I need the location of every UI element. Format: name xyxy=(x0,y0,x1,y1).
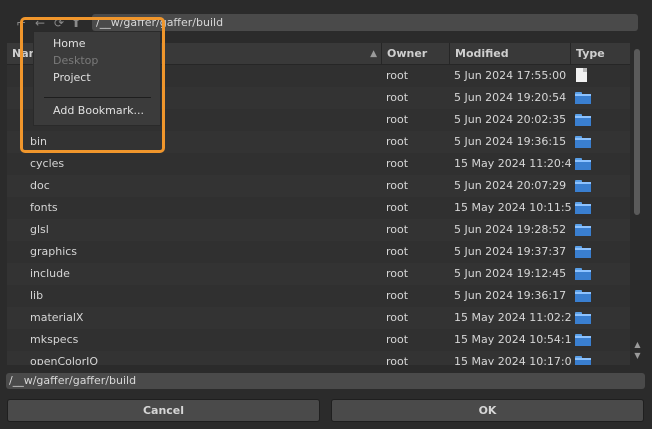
cell-owner: root xyxy=(386,135,409,148)
cell-modified: 5 Jun 2024 17:55:00 xyxy=(454,69,567,82)
folder-icon xyxy=(575,224,591,236)
cell-type xyxy=(575,307,615,329)
cell-modified: 5 Jun 2024 19:36:17 xyxy=(454,289,567,302)
cell-name: materialX xyxy=(30,311,84,324)
folder-icon xyxy=(575,356,591,365)
cell-owner: root xyxy=(386,223,409,236)
table-row[interactable]: openColorIO root 15 May 2024 10:17:00 xyxy=(7,351,630,365)
table-row[interactable]: mkspecs root 15 May 2024 10:54:12 xyxy=(7,329,630,351)
folder-icon xyxy=(575,334,591,346)
cell-type xyxy=(575,131,615,153)
cell-owner: root xyxy=(386,267,409,280)
table-row[interactable]: include root 5 Jun 2024 19:12:45 xyxy=(7,263,630,285)
cell-name: glsl xyxy=(30,223,49,236)
cell-modified: 15 May 2024 10:54:12 xyxy=(454,333,572,346)
cell-type xyxy=(575,65,615,87)
table-row[interactable]: graphics root 5 Jun 2024 19:37:37 xyxy=(7,241,630,263)
cell-type xyxy=(575,241,615,263)
cell-owner: root xyxy=(386,289,409,302)
cell-modified: 5 Jun 2024 20:02:35 xyxy=(454,113,567,126)
folder-icon xyxy=(575,158,591,170)
scroll-up-arrow-icon[interactable]: ▲ xyxy=(631,340,644,350)
table-row[interactable]: materialX root 15 May 2024 11:02:22 xyxy=(7,307,630,329)
cancel-button[interactable]: Cancel xyxy=(7,399,320,422)
cell-modified: 15 May 2024 11:02:22 xyxy=(454,311,572,324)
ok-button[interactable]: OK xyxy=(331,399,644,422)
cell-modified: 15 May 2024 10:17:00 xyxy=(454,355,572,365)
folder-icon xyxy=(575,136,591,148)
cell-type xyxy=(575,351,615,365)
table-row[interactable]: glsl root 5 Jun 2024 19:28:52 xyxy=(7,219,630,241)
cell-type xyxy=(575,197,615,219)
vertical-scrollbar[interactable]: ▲ ▼ xyxy=(631,43,644,365)
table-row[interactable]: fonts root 15 May 2024 10:11:57 xyxy=(7,197,630,219)
folder-icon xyxy=(575,268,591,280)
cell-modified: 5 Jun 2024 19:20:54 xyxy=(454,91,567,104)
cell-owner: root xyxy=(386,201,409,214)
cell-name: openColorIO xyxy=(30,355,99,365)
cell-modified: 15 May 2024 10:11:57 xyxy=(454,201,572,214)
cell-owner: root xyxy=(386,245,409,258)
cell-owner: root xyxy=(386,311,409,324)
cell-modified: 5 Jun 2024 19:28:52 xyxy=(454,223,567,236)
cell-owner: root xyxy=(386,179,409,192)
path-field[interactable]: /__w/gaffer/gaffer/build xyxy=(92,14,638,31)
cell-type xyxy=(575,87,615,109)
folder-icon xyxy=(575,290,591,302)
cell-type xyxy=(575,175,615,197)
path-value-field[interactable]: /__w/gaffer/gaffer/build xyxy=(6,373,645,389)
scrollbar-thumb[interactable] xyxy=(634,49,640,215)
table-row[interactable]: lib root 5 Jun 2024 19:36:17 xyxy=(7,285,630,307)
cell-owner: root xyxy=(386,91,409,104)
cell-name: include xyxy=(30,267,70,280)
folder-icon xyxy=(575,114,591,126)
sort-ascending-icon: ▲ xyxy=(370,49,377,59)
cell-type xyxy=(575,153,615,175)
table-row[interactable]: cycles root 15 May 2024 11:20:41 xyxy=(7,153,630,175)
folder-icon xyxy=(575,202,591,214)
table-row[interactable]: doc root 5 Jun 2024 20:07:29 xyxy=(7,175,630,197)
cell-modified: 5 Jun 2024 19:37:37 xyxy=(454,245,567,258)
cell-name: cycles xyxy=(30,157,65,170)
column-owner[interactable]: Owner xyxy=(382,43,450,65)
column-type[interactable]: Type xyxy=(571,43,630,65)
scroll-down-arrow-icon[interactable]: ▼ xyxy=(631,351,644,361)
cell-name: fonts xyxy=(30,201,58,214)
cell-name: graphics xyxy=(30,245,78,258)
folder-icon xyxy=(575,246,591,258)
folder-icon xyxy=(575,312,591,324)
folder-icon xyxy=(575,92,591,104)
cell-modified: 5 Jun 2024 19:36:15 xyxy=(454,135,567,148)
cell-type xyxy=(575,285,615,307)
cell-name: doc xyxy=(30,179,50,192)
cell-modified: 5 Jun 2024 19:12:45 xyxy=(454,267,567,280)
cell-owner: root xyxy=(386,69,409,82)
cell-type xyxy=(575,219,615,241)
cell-name: mkspecs xyxy=(30,333,79,346)
folder-icon xyxy=(575,180,591,192)
column-modified[interactable]: Modified xyxy=(450,43,571,65)
cell-owner: root xyxy=(386,157,409,170)
cell-modified: 15 May 2024 11:20:41 xyxy=(454,157,572,170)
cell-type xyxy=(575,263,615,285)
cell-name: lib xyxy=(30,289,44,302)
cell-modified: 5 Jun 2024 20:07:29 xyxy=(454,179,567,192)
cell-owner: root xyxy=(386,113,409,126)
cell-type xyxy=(575,109,615,131)
cell-owner: root xyxy=(386,355,409,365)
cell-type xyxy=(575,329,615,351)
cell-owner: root xyxy=(386,333,409,346)
highlight-box xyxy=(20,17,165,153)
file-icon xyxy=(576,68,587,82)
